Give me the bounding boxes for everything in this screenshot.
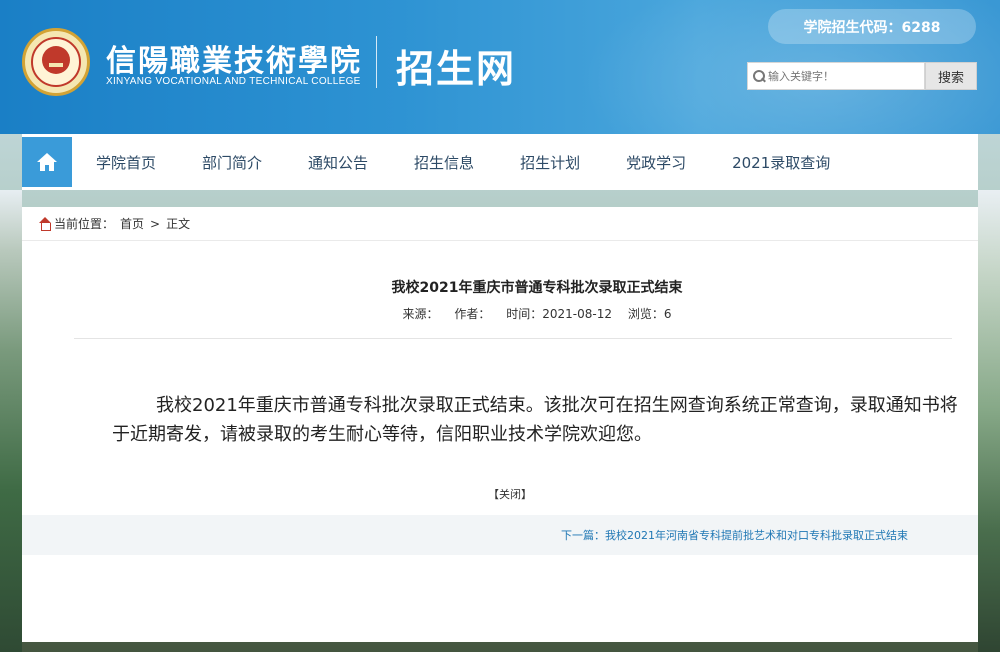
meta-source: 来源： <box>402 307 439 321</box>
home-icon <box>37 153 57 171</box>
breadcrumb: 当前位置： 首页 > 正文 <box>22 207 978 241</box>
nav-home-button[interactable] <box>22 137 72 187</box>
breadcrumb-separator: > <box>150 216 161 231</box>
article-panel: 我校2021年重庆市普通专科批次录取正式结束 来源： 作者： 时间：2021-0… <box>22 241 978 642</box>
site-name: 招生网 <box>396 47 517 91</box>
breadcrumb-home-link[interactable]: 首页 <box>120 215 144 232</box>
background-left-scenery <box>0 190 22 652</box>
nav-item-admission-plan[interactable]: 招生计划 <box>520 152 580 173</box>
article-body: 我校2021年重庆市普通专科批次录取正式结束。该批次可在招生网查询系统正常查询，… <box>112 395 958 445</box>
nav-item-2021-query[interactable]: 2021录取查询 <box>732 152 830 173</box>
breadcrumb-prefix: 当前位置： <box>54 217 115 231</box>
breadcrumb-home-icon <box>38 216 52 231</box>
article-title: 我校2021年重庆市普通专科批次录取正式结束 <box>391 280 683 296</box>
logo-emblem-icon <box>42 46 70 74</box>
college-name: 信陽職業技術學院 <box>106 44 362 79</box>
close-link[interactable]: 【关闭】 <box>22 486 998 502</box>
nav-item-notices[interactable]: 通知公告 <box>308 152 368 173</box>
nav-item-college-home[interactable]: 学院首页 <box>96 152 156 173</box>
header-divider <box>376 36 377 88</box>
meta-views: 浏览：6 <box>627 307 672 321</box>
nav-item-party-study[interactable]: 党政学习 <box>626 152 686 173</box>
article-meta: 来源： 作者： 时间：2021-08-12 浏览：6 <box>22 305 1000 322</box>
article-divider <box>74 338 952 339</box>
nav-item-admission-info[interactable]: 招生信息 <box>414 152 474 173</box>
admission-code-badge: 学院招生代码：6288 <box>768 9 976 44</box>
next-article-link[interactable]: 下一篇：我校2021年河南省专科提前批艺术和对口专科批录取正式结束 <box>561 527 908 543</box>
breadcrumb-current: 正文 <box>166 217 191 231</box>
search-input[interactable] <box>768 69 918 83</box>
next-article-band: 下一篇：我校2021年河南省专科提前批艺术和对口专科批录取正式结束 <box>22 515 978 555</box>
college-logo-seal[interactable] <box>22 28 90 96</box>
meta-time: 时间：2021-08-12 <box>506 307 612 321</box>
nav-items: 学院首页 部门简介 通知公告 招生信息 招生计划 党政学习 2021录取查询 <box>96 152 876 173</box>
nav-item-department-intro[interactable]: 部门简介 <box>202 152 262 173</box>
meta-author: 作者： <box>454 307 491 321</box>
main-navigation: 学院首页 部门简介 通知公告 招生信息 招生计划 党政学习 2021录取查询 <box>22 134 978 190</box>
background-right-scenery <box>978 190 1000 652</box>
search-icon <box>748 62 768 90</box>
site-header: 信陽職業技術學院 XINYANG VOCATIONAL AND TECHNICA… <box>0 0 1000 134</box>
college-english-name: XINYANG VOCATIONAL AND TECHNICAL COLLEGE <box>106 76 361 87</box>
search-button[interactable]: 搜索 <box>925 62 977 90</box>
search-box <box>747 62 925 90</box>
